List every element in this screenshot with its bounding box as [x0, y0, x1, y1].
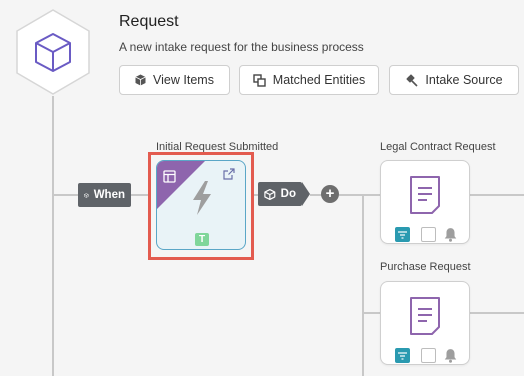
- cube-outline-icon: [84, 192, 89, 198]
- layout-icon: [163, 170, 176, 183]
- lightning-icon: [193, 181, 211, 215]
- checkbox[interactable]: [421, 227, 436, 242]
- matched-entities-button[interactable]: Matched Entities: [239, 65, 379, 95]
- do-label: Do: [280, 188, 296, 200]
- checkbox[interactable]: [421, 348, 436, 363]
- intake-source-label: Intake Source: [425, 73, 503, 87]
- trigger-type-badge: T: [195, 233, 209, 246]
- action1-out-line: [470, 194, 524, 196]
- intake-source-button[interactable]: Intake Source: [389, 65, 519, 95]
- process-hexagon: [14, 8, 92, 96]
- external-link-icon[interactable]: [223, 168, 235, 180]
- cube-outline-icon: [264, 188, 276, 200]
- action-card-purchase[interactable]: [380, 281, 470, 365]
- filter-icon[interactable]: [395, 348, 410, 363]
- action-label-purchase: Purchase Request: [380, 261, 471, 273]
- cube-icon: [135, 74, 146, 86]
- action2-out-line: [470, 312, 524, 314]
- document-icon: [410, 297, 440, 335]
- do-pill[interactable]: Do: [258, 182, 310, 206]
- action-label-legal-contract: Legal Contract Request: [380, 141, 496, 153]
- when-pill[interactable]: When: [78, 183, 131, 207]
- when-label: When: [93, 189, 125, 201]
- branch-to-action2-line: [362, 312, 380, 314]
- view-items-label: View Items: [153, 73, 214, 87]
- page-subtitle: A new intake request for the business pr…: [119, 40, 364, 54]
- when-connector-line: [52, 194, 78, 196]
- filter-icon[interactable]: [395, 227, 410, 242]
- branch-to-action1-line: [362, 194, 380, 196]
- add-step-button[interactable]: +: [321, 185, 339, 203]
- document-icon: [410, 176, 440, 214]
- action-card-legal-contract[interactable]: [380, 160, 470, 244]
- trigger-card[interactable]: T: [156, 160, 246, 250]
- left-spine-line: [52, 96, 54, 376]
- bell-icon[interactable]: [443, 348, 458, 363]
- plug-icon: [406, 73, 418, 87]
- view-items-button[interactable]: View Items: [119, 65, 230, 95]
- overlap-squares-icon: [253, 73, 266, 87]
- page-title: Request: [119, 13, 179, 30]
- bell-icon[interactable]: [443, 227, 458, 242]
- plus-to-branch-line: [339, 194, 363, 196]
- branch-line: [362, 194, 364, 376]
- matched-entities-label: Matched Entities: [272, 73, 366, 87]
- when-to-trigger-line: [131, 194, 148, 196]
- trigger-badge-text: T: [198, 234, 206, 245]
